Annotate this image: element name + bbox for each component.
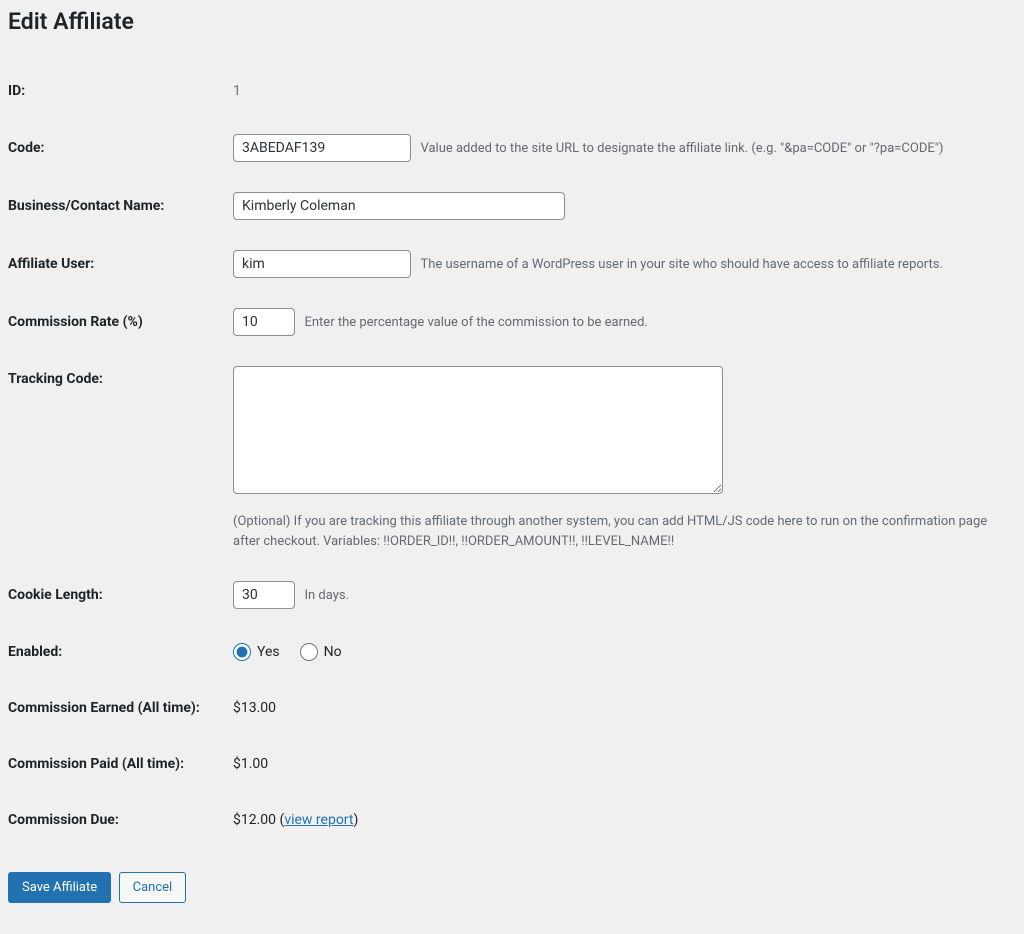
cookie-label: Cookie Length: <box>8 566 233 624</box>
enabled-yes-radio[interactable] <box>233 643 251 661</box>
rate-input[interactable] <box>233 308 295 336</box>
paid-label: Commission Paid (All time): <box>8 736 233 792</box>
enabled-no-radio[interactable] <box>300 643 318 661</box>
earned-value: $13.00 <box>233 700 276 716</box>
code-help: Value added to the site URL to designate… <box>420 141 943 156</box>
due-label: Commission Due: <box>8 792 233 848</box>
cancel-button[interactable]: Cancel <box>119 872 187 903</box>
name-input[interactable] <box>233 192 565 220</box>
tracking-label: Tracking Code: <box>8 351 233 566</box>
user-label: Affiliate User: <box>8 235 233 293</box>
earned-label: Commission Earned (All time): <box>8 680 233 736</box>
enabled-no-label: No <box>324 644 342 660</box>
user-input[interactable] <box>233 250 411 278</box>
user-help: The username of a WordPress user in your… <box>420 257 942 272</box>
name-label: Business/Contact Name: <box>8 177 233 235</box>
tracking-help: (Optional) If you are tracking this affi… <box>233 512 1006 551</box>
page-title: Edit Affiliate <box>8 8 1016 35</box>
cookie-input[interactable] <box>233 581 295 609</box>
form-actions: Save Affiliate Cancel <box>8 872 1016 903</box>
id-label: ID: <box>8 63 233 119</box>
affiliate-form: ID: 1 Code: Value added to the site URL … <box>8 63 1016 848</box>
code-label: Code: <box>8 119 233 177</box>
enabled-yes-label: Yes <box>257 644 280 660</box>
due-value: $12.00 <box>233 812 276 828</box>
due-link-after: ) <box>353 812 358 828</box>
rate-label: Commission Rate (%) <box>8 293 233 351</box>
enabled-label: Enabled: <box>8 624 233 680</box>
rate-help: Enter the percentage value of the commis… <box>304 315 647 330</box>
cookie-help: In days. <box>304 588 349 603</box>
enabled-no-option[interactable]: No <box>300 643 342 661</box>
view-report-link[interactable]: view report <box>284 812 353 828</box>
save-button[interactable]: Save Affiliate <box>8 872 111 903</box>
code-input[interactable] <box>233 134 411 162</box>
tracking-input[interactable] <box>233 366 723 494</box>
paid-value: $1.00 <box>233 756 268 772</box>
enabled-yes-option[interactable]: Yes <box>233 643 280 661</box>
id-value: 1 <box>233 83 241 99</box>
enabled-radio-group: Yes No <box>233 643 1006 661</box>
